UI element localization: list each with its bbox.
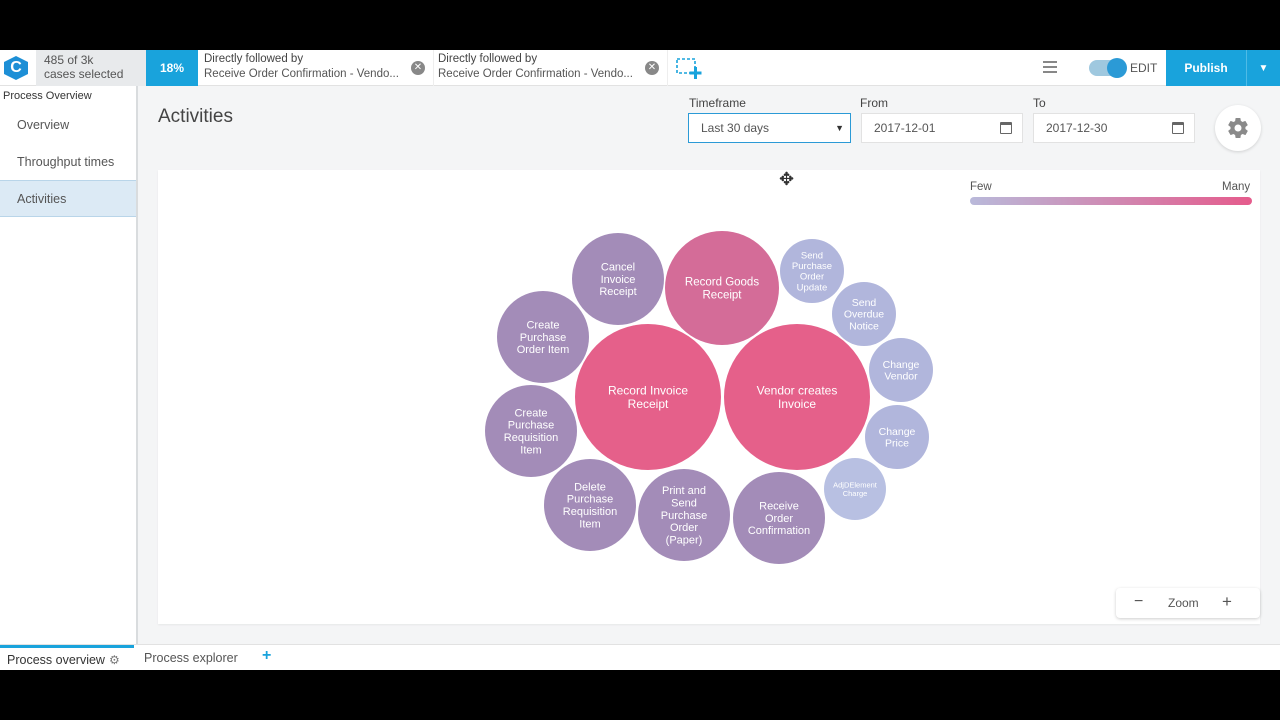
gear-icon[interactable]: ⚙ [109,653,120,667]
move-cursor-icon: ✥ [779,169,795,189]
bubble-label: Change [879,426,916,438]
bubble-label: Create [514,407,547,419]
bubble-label: Record Invoice [608,383,688,397]
bubble-label: Confirmation [748,525,810,537]
bubble-label: Change [883,359,920,371]
activity-bubble[interactable]: Vendor createsInvoice [724,324,870,470]
zoom-in-button[interactable]: + [1222,592,1232,612]
bubble-label: Receipt [628,397,669,411]
bubble-label: Item [520,444,541,456]
activity-bubble[interactable]: ChangePrice [865,405,929,469]
bubble-label: Delete [574,481,606,493]
activity-bubble[interactable]: DeletePurchaseRequisitionItem [544,459,636,551]
bubble-label: Receipt [599,286,636,298]
bubble-label: Print and [662,485,706,497]
bubble-label: Cancel [601,262,635,274]
bubble-label: Purchase [792,261,832,272]
activity-bubble[interactable]: ChangeVendor [869,338,933,402]
activity-bubble[interactable]: AdjDElementCharge [824,458,886,520]
bubble-label: Order [670,522,698,534]
bubble-label: Send [801,250,823,261]
activity-bubble[interactable]: SendPurchaseOrderUpdate [780,239,844,303]
activity-bubble[interactable]: Record GoodsReceipt [665,231,779,345]
bubble-label: Record Goods [685,277,759,289]
bubble-label: Send [852,297,877,309]
bubble-label: Receipt [703,289,743,301]
bubble-label: Item [579,518,600,530]
app-window: C 485 of 3k cases selected 18% Directly … [0,50,1280,670]
bubble-label: Purchase [508,420,554,432]
bubble-label: Price [885,438,909,450]
add-tab-icon[interactable]: + [262,647,271,665]
tab-process-explorer[interactable]: Process explorer [137,645,255,671]
activity-bubble[interactable]: CancelInvoiceReceipt [572,233,664,325]
activity-bubble[interactable]: Record InvoiceReceipt [575,324,721,470]
zoom-control: − Zoom + [1116,588,1260,618]
bubble-label: (Paper) [666,534,703,546]
zoom-label: Zoom [1168,596,1199,610]
bubble-label: Notice [849,320,879,332]
bubble-label: Requisition [504,432,558,444]
bubble-label: Invoice [601,274,636,286]
bubble-label: Charge [843,489,868,498]
bubble-label: Update [797,282,828,293]
bubble-label: Purchase [520,332,566,344]
tab-process-overview[interactable]: Process overview ⚙ [0,645,134,671]
bubble-label: Vendor creates [757,383,838,397]
bottom-tab-bar: Process overview ⚙ Process explorer + [0,644,1280,670]
bubble-label: Order [765,513,793,525]
activity-bubble[interactable]: CreatePurchaseRequisitionItem [485,385,577,477]
activity-bubble[interactable]: SendOverdueNotice [832,282,896,346]
tab-label: Process overview [7,652,105,667]
bubble-label: Order Item [517,344,570,356]
bubble-label: Purchase [661,510,707,522]
bubble-label: Requisition [563,506,617,518]
bubble-label: Send [671,498,697,510]
activity-bubble[interactable]: Print andSendPurchaseOrder(Paper) [638,469,730,561]
bubble-label: Receive [759,501,799,513]
activity-bubble-chart: Record InvoiceReceiptVendor createsInvoi… [485,231,933,564]
activity-bubble[interactable]: CreatePurchaseOrder Item [497,291,589,383]
zoom-out-button[interactable]: − [1134,593,1143,611]
bubble-label: Order [800,272,824,283]
activity-bubble[interactable]: ReceiveOrderConfirmation [733,472,825,564]
bubble-label: Purchase [567,494,613,506]
bubble-label: Create [526,320,559,332]
bubble-label: Vendor [884,371,918,383]
bubble-label: Overdue [844,309,884,321]
bubble-label: Invoice [778,397,816,411]
tab-label: Process explorer [144,651,238,665]
